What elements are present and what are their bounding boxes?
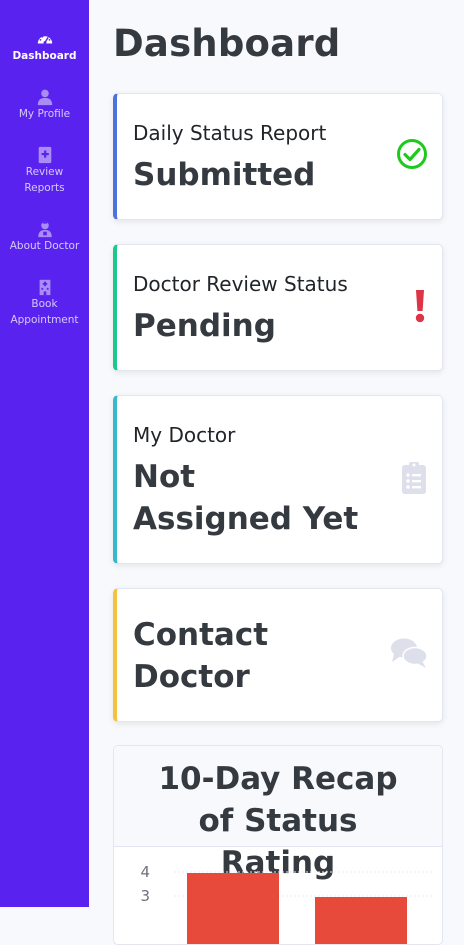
hospital-icon xyxy=(39,279,50,296)
sidebar: Dashboard My Profile Review Reports Abou… xyxy=(0,0,89,907)
sidebar-item-about-doctor[interactable]: About Doctor xyxy=(0,220,89,254)
sidebar-item-label: Book Appointment xyxy=(10,298,79,326)
sidebar-item-dashboard[interactable]: Dashboard xyxy=(0,30,89,64)
y-tick-label: 4 xyxy=(140,863,150,881)
status-rating-chart-card: 10-Day Recap of Status Rating 43 xyxy=(113,745,443,945)
card-label: My Doctor xyxy=(133,423,236,447)
my-doctor-card[interactable]: My Doctor Not Assigned Yet xyxy=(113,395,443,564)
sidebar-item-label: Dashboard xyxy=(12,50,77,62)
medical-file-icon xyxy=(38,146,51,164)
chart-bar[interactable] xyxy=(315,897,407,945)
chart-header: 10-Day Recap of Status Rating xyxy=(114,746,442,881)
sidebar-item-review-reports[interactable]: Review Reports xyxy=(0,146,89,196)
user-icon xyxy=(37,89,52,106)
chart-bar[interactable] xyxy=(187,873,279,945)
review-status-card[interactable]: Doctor Review Status Pending xyxy=(113,244,443,371)
sidebar-item-label: About Doctor xyxy=(9,240,80,252)
y-tick-label: 3 xyxy=(140,887,150,905)
card-label: Daily Status Report xyxy=(133,121,327,145)
check-circle-icon xyxy=(397,139,427,169)
doctor-icon xyxy=(37,221,52,238)
card-value: Pending xyxy=(133,308,276,344)
contact-doctor-card[interactable]: Contact Doctor xyxy=(113,588,443,722)
status-rating-bar-chart: 43 xyxy=(140,863,434,945)
sidebar-item-my-profile[interactable]: My Profile xyxy=(0,88,89,122)
sidebar-item-label: Review Reports xyxy=(24,166,65,194)
clipboard-list-icon xyxy=(402,462,426,494)
main-content: Dashboard Daily Status Report Submitted … xyxy=(89,0,464,945)
comments-icon xyxy=(391,638,428,668)
sidebar-item-label: My Profile xyxy=(18,108,71,120)
sidebar-item-book-appointment[interactable]: Book Appointment xyxy=(0,278,89,328)
card-label: Doctor Review Status xyxy=(133,272,348,296)
card-value: Submitted xyxy=(133,157,316,193)
card-value: Not Assigned Yet xyxy=(133,459,359,537)
exclamation-icon xyxy=(415,290,425,323)
card-value: Contact Doctor xyxy=(133,617,269,695)
daily-status-card[interactable]: Daily Status Report Submitted xyxy=(113,93,443,220)
dashboard-gauge-icon xyxy=(37,35,52,45)
page-title: Dashboard xyxy=(113,22,341,65)
